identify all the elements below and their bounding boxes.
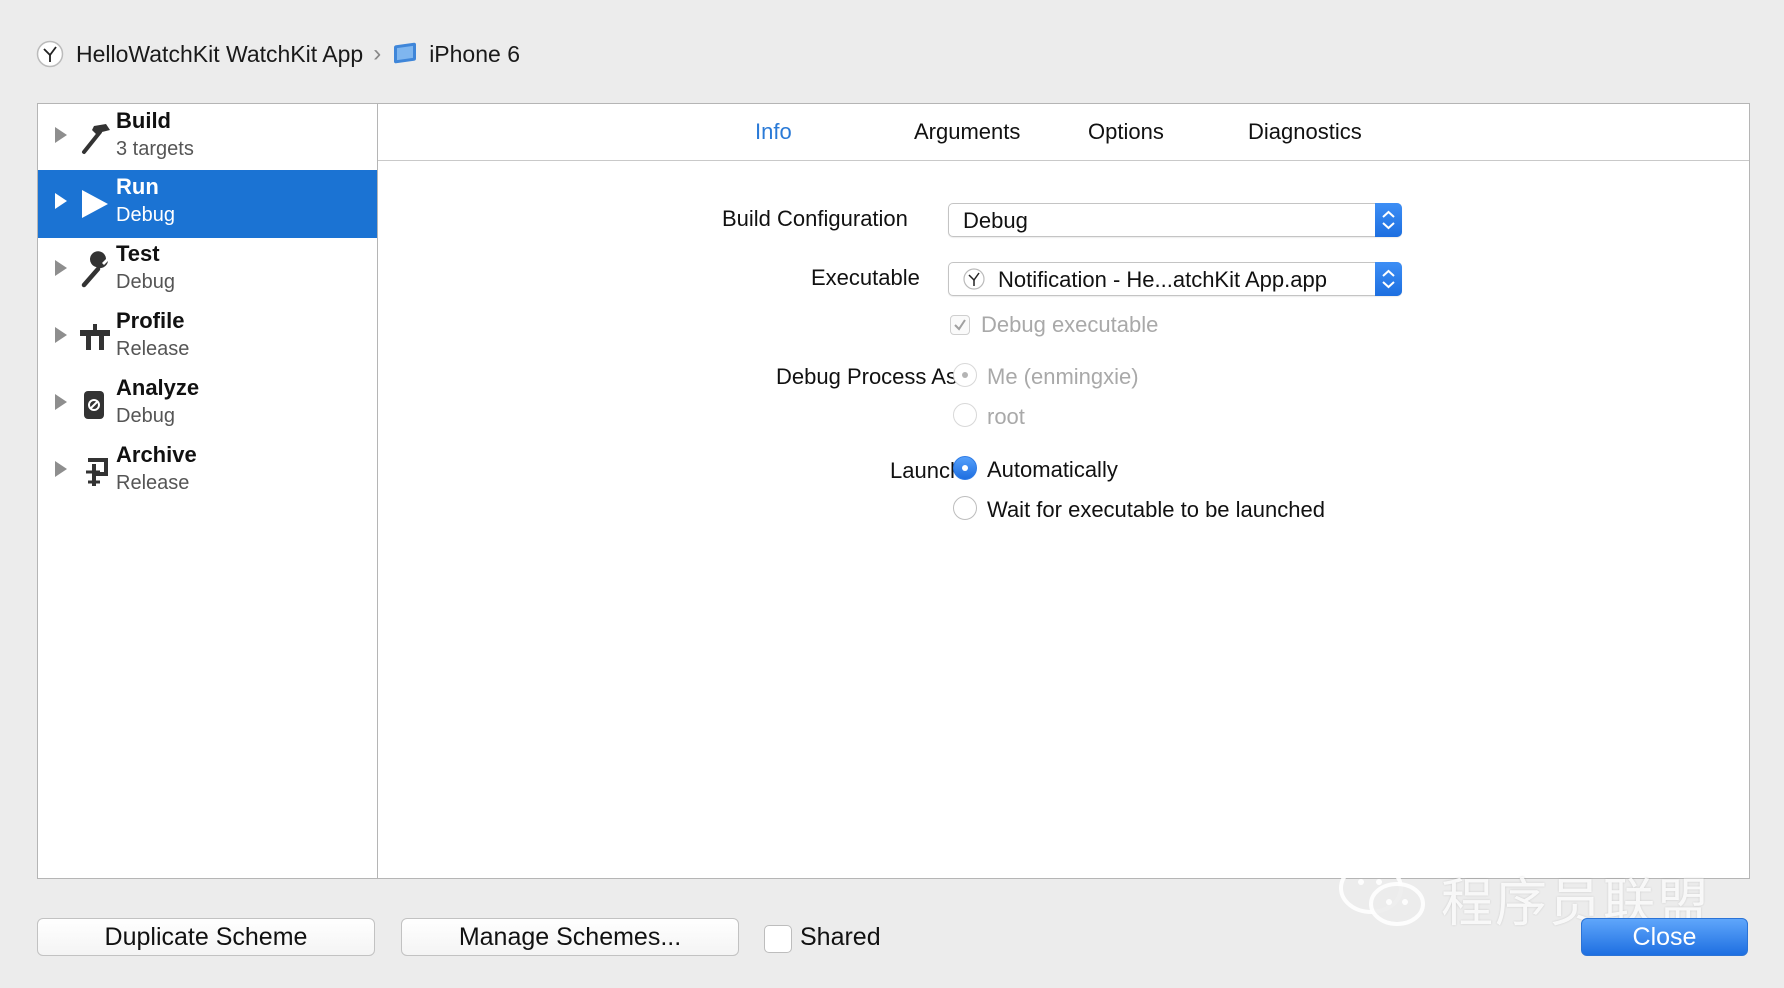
sidebar-item-subtitle: Release [116,338,190,360]
debug-executable-checkbox[interactable] [950,315,970,335]
wrench-icon [78,251,114,291]
sidebar-item-title: Test [116,241,160,266]
sidebar-item-subtitle: Release [116,472,190,494]
shared-checkbox[interactable] [764,925,792,953]
popup-stepper-icon [1375,262,1402,296]
executable-value: Notification - He...atchKit App.app [998,267,1327,292]
sidebar-item-subtitle: Debug [116,271,175,293]
sidebar-item-title: Archive [116,442,197,467]
launch-label: Launch [890,458,963,483]
instruments-icon [78,318,114,358]
tab-bar: Info Arguments Options Diagnostics [378,104,1749,161]
debug-process-root-label: root [987,404,1025,429]
popup-stepper-icon [1375,203,1402,237]
tab-options[interactable]: Options [1088,119,1164,145]
disclosure-triangle-icon[interactable] [55,327,67,343]
disclosure-triangle-icon[interactable] [55,394,67,410]
tab-diagnostics[interactable]: Diagnostics [1248,119,1362,145]
sidebar-item-title: Profile [116,308,185,333]
tab-info[interactable]: Info [755,119,792,145]
executable-label: Executable [811,265,920,290]
archive-icon [78,452,114,492]
play-icon [78,184,114,224]
launch-wait-radio[interactable] [953,496,977,520]
disclosure-triangle-icon[interactable] [55,260,67,276]
manage-schemes-button[interactable]: Manage Schemes... [401,918,739,956]
sidebar-item-subtitle: 3 targets [116,138,194,160]
wechat-icon [1335,858,1431,939]
debug-process-me-label: Me (enmingxie) [987,364,1139,389]
sidebar-item-subtitle: Debug [116,405,175,427]
checkmark-icon [954,319,966,331]
launch-wait-label: Wait for executable to be launched [987,497,1325,522]
sidebar-item-title: Analyze [116,375,200,400]
disclosure-triangle-icon[interactable] [55,127,67,143]
sidebar-item-run[interactable]: Run Debug [38,170,377,238]
sidebar-item-test[interactable]: Test Debug [38,237,377,305]
build-configuration-label: Build Configuration [722,206,908,231]
sidebar-item-analyze[interactable]: Analyze Debug [38,371,377,439]
sidebar-item-title: Build [116,108,171,133]
debug-process-root-radio[interactable] [953,403,977,427]
close-button[interactable]: Close [1581,918,1748,956]
scheme-action-list: Build 3 targets Run Debug Test Debug Pro… [38,104,378,878]
launch-automatically-radio[interactable] [953,456,977,480]
disclosure-triangle-icon[interactable] [55,461,67,477]
sidebar-item-archive[interactable]: Archive Release [38,438,377,506]
debug-process-as-label: Debug Process As [776,364,957,389]
breadcrumb: HelloWatchKit WatchKit App › iPhone 6 [36,36,520,72]
debug-process-me-radio[interactable] [953,363,977,387]
analyze-icon [78,385,114,425]
scheme-editor: Build 3 targets Run Debug Test Debug Pro… [37,103,1750,879]
scheme-detail-pane: Info Arguments Options Diagnostics Build… [378,104,1749,878]
tab-arguments[interactable]: Arguments [914,119,1020,145]
sidebar-item-profile[interactable]: Profile Release [38,304,377,372]
iphone-simulator-icon [391,40,419,68]
scheme-name[interactable]: HelloWatchKit WatchKit App [76,41,363,68]
sidebar-item-subtitle: Debug [116,204,175,226]
executable-popup[interactable]: Notification - He...atchKit App.app [948,262,1402,296]
watchkit-icon [36,40,64,68]
shared-label: Shared [800,923,881,951]
device-name[interactable]: iPhone 6 [429,41,520,68]
debug-executable-label: Debug executable [981,312,1159,337]
build-configuration-value: Debug [963,208,1028,233]
watchkit-icon [963,268,985,290]
sidebar-item-build[interactable]: Build 3 targets [38,104,377,172]
build-configuration-popup[interactable]: Debug [948,203,1402,237]
chevron-right-icon: › [373,40,382,67]
disclosure-triangle-icon[interactable] [55,193,67,209]
hammer-icon [78,118,114,158]
duplicate-scheme-button[interactable]: Duplicate Scheme [37,918,375,956]
launch-automatically-label: Automatically [987,457,1118,482]
sidebar-item-title: Run [116,174,159,199]
